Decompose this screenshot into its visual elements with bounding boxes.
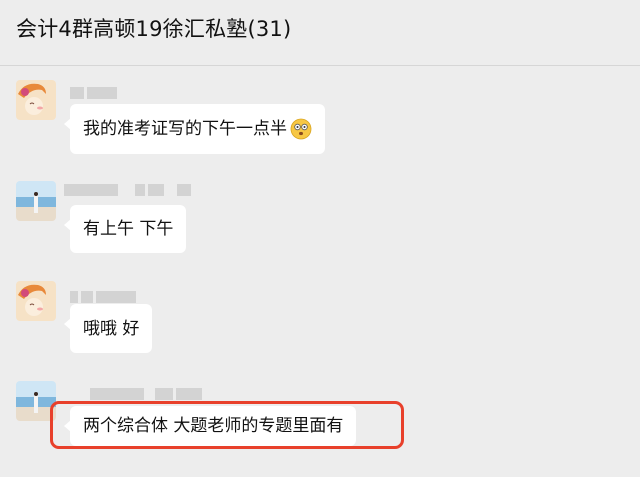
sender-name-blurred — [70, 288, 139, 303]
cartoon-girl-avatar[interactable] — [16, 281, 56, 321]
message-text: 我的准考证写的下午一点半 — [83, 119, 287, 139]
sender-name-blurred — [70, 84, 120, 99]
message-text: 有上午 下午 — [83, 219, 174, 239]
message-bubble[interactable]: 我的准考证写的下午一点半 — [64, 104, 325, 154]
highlight-box — [50, 401, 404, 449]
beach-photo-avatar[interactable] — [16, 181, 56, 221]
message-bubble[interactable]: 有上午 下午 — [63, 205, 187, 253]
message-bubble[interactable]: 哦哦 好 — [63, 304, 153, 353]
chat-title[interactable]: 会计4群高顿19徐汇私塾(31) — [16, 13, 291, 43]
sender-name-blurred — [90, 385, 205, 400]
sender-name-blurred — [64, 181, 194, 196]
cartoon-girl-avatar[interactable] — [16, 80, 56, 120]
chat-header: 会计4群高顿19徐汇私塾(31) — [0, 0, 640, 66]
message-text: 哦哦 好 — [83, 318, 140, 339]
dizzy-face-emoji — [290, 118, 312, 140]
